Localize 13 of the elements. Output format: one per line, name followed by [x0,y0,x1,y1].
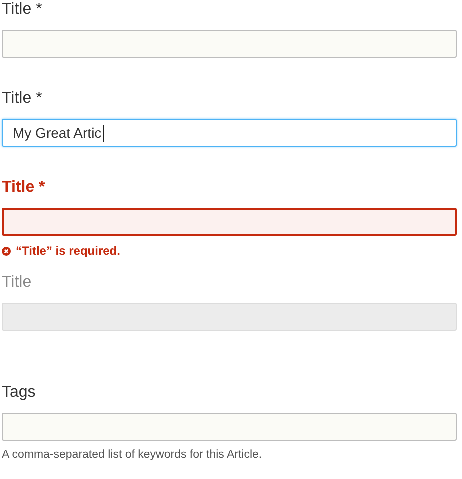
text-field[interactable] [2,413,457,441]
field-label: Title [2,273,33,293]
field-label: Title * [2,178,46,198]
text-field[interactable] [2,30,457,58]
field-label: Title * [2,89,44,109]
field-label: Title * [2,0,44,20]
help-text: A comma-separated list of keywords for this Article. [2,449,264,461]
text-field[interactable] [2,208,457,236]
text-field[interactable]: My Great Artic [2,119,457,147]
field-label: Tags [2,383,37,403]
error-message: “Title” is required. [16,244,120,258]
text-cursor [102,124,104,142]
error-icon [2,246,11,256]
